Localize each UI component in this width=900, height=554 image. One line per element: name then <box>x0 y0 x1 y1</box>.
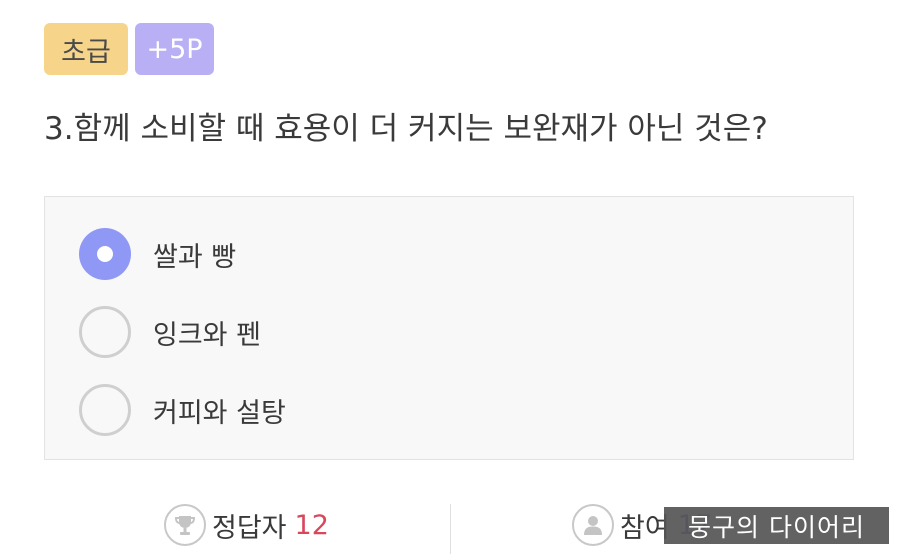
points-badge: +5P <box>135 23 214 75</box>
correct-answers-stat: 정답자 12 <box>164 503 329 547</box>
trophy-icon <box>164 504 206 546</box>
footer-divider <box>450 504 451 554</box>
radio-button[interactable] <box>79 306 131 358</box>
question-text: 3.함께 소비할 때 효용이 더 커지는 보완재가 아닌 것은? <box>44 111 768 147</box>
option-3[interactable]: 커피와 설탕 <box>79 384 286 436</box>
correct-answers-label: 정답자 <box>212 512 287 544</box>
option-3-label: 커피와 설탕 <box>153 397 286 429</box>
watermark: 뭉구의 다이어리 <box>664 507 889 544</box>
points-badge-label: +5P <box>146 33 203 65</box>
correct-answers-count: 12 <box>294 509 329 541</box>
radio-button[interactable] <box>79 384 131 436</box>
level-badge-label: 초급 <box>61 36 111 68</box>
person-icon <box>572 504 614 546</box>
option-2-label: 잉크와 펜 <box>153 319 261 351</box>
option-2[interactable]: 잉크와 펜 <box>79 306 261 358</box>
option-1-label: 쌀과 빵 <box>153 241 237 273</box>
level-badge: 초급 <box>44 23 128 75</box>
radio-button-selected[interactable] <box>79 228 131 280</box>
answer-options: 쌀과 빵 잉크와 펜 커피와 설탕 <box>44 196 854 460</box>
option-1[interactable]: 쌀과 빵 <box>79 228 236 280</box>
participants-label: 참여 <box>620 512 670 544</box>
